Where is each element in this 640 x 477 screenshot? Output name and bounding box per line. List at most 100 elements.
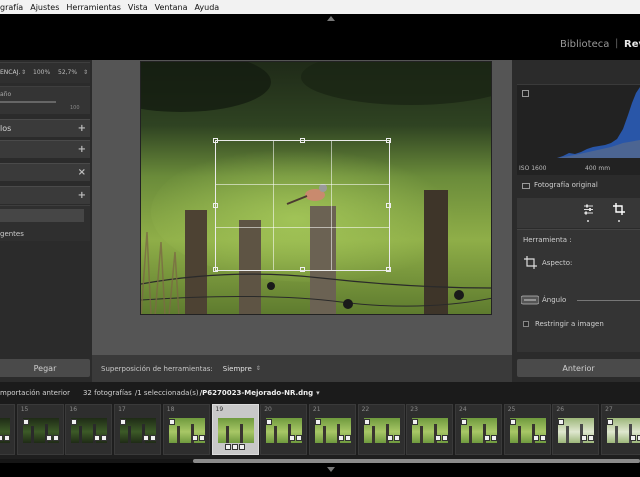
filmstrip-thumbnail[interactable]: 24 [455, 404, 502, 455]
add-collection-icon[interactable]: + [78, 190, 86, 201]
crop-grid-line [216, 184, 389, 185]
size-slider[interactable] [0, 101, 56, 103]
fit-label[interactable]: ENCAJ. [0, 69, 20, 76]
filmstrip-thumbnail[interactable]: 27 [601, 404, 640, 455]
navigator-header: ENCAJ. ⇕ 100% 52,7% ⇕ [0, 62, 90, 83]
constrain-label: Restringir a imagen [535, 320, 604, 328]
crop-handle-bottom-left[interactable] [213, 267, 218, 272]
aspect-label[interactable]: Aspecto: [542, 259, 572, 267]
thumbnail-number: 24 [459, 406, 467, 413]
zoom-100[interactable]: 100% [33, 69, 50, 76]
straighten-icon[interactable] [521, 294, 539, 306]
thumbnail-badges [71, 419, 78, 425]
tool-overlay-select[interactable]: Siempre [223, 365, 252, 373]
collection-filter-field[interactable] [0, 209, 84, 222]
filmstrip-thumbnail[interactable]: 19 [211, 404, 259, 455]
source-label[interactable]: mportación anterior [0, 389, 70, 397]
thumbnail-badges [363, 419, 370, 425]
module-develop[interactable]: Rev [624, 39, 640, 50]
thumbnail-badges [435, 435, 449, 441]
tool-overlay-label: Superposición de herramientas: [101, 364, 213, 373]
menu-photo[interactable]: grafía [0, 3, 23, 12]
collection-item[interactable]: gentes [0, 230, 24, 238]
collapse-bottom-arrow-icon[interactable] [327, 467, 335, 472]
clear-history-icon[interactable]: × [78, 167, 86, 178]
filmstrip-thumbnail[interactable] [0, 404, 15, 455]
add-preset-icon[interactable]: + [78, 123, 86, 134]
crop-handle-bottom[interactable] [300, 267, 305, 272]
tool-strip [517, 198, 640, 228]
filmstrip-thumbnail[interactable]: 17 [114, 404, 162, 455]
collections-panel: gentes [0, 205, 90, 241]
thumbnail-number: 25 [507, 406, 516, 413]
histogram[interactable]: ISO 1600 400 mm [517, 84, 640, 175]
filmstrip-thumbnail[interactable]: 21 [308, 404, 356, 455]
thumbnail-number: 15 [20, 406, 29, 413]
filmstrip-thumbnail[interactable]: 18 [162, 404, 210, 455]
crop-handle-left[interactable] [213, 203, 218, 208]
collections-header[interactable]: + [0, 186, 90, 204]
menu-help[interactable]: Ayuda [194, 3, 219, 12]
filmstrip-thumbnail[interactable]: 23 [406, 404, 454, 455]
crop-handle-bottom-right[interactable] [386, 267, 391, 272]
paste-button[interactable]: Pegar [0, 359, 90, 377]
thumbnail-number: 26 [556, 406, 565, 413]
snapshots-header[interactable]: + [0, 140, 90, 158]
thumbnail-number: 21 [312, 406, 321, 413]
thumbnail-badges [266, 419, 273, 425]
crop-frame-icon[interactable] [524, 256, 537, 269]
menu-tools[interactable]: Herramientas [66, 3, 121, 12]
tool-label: Herramienta : [523, 236, 572, 244]
histogram-graph [557, 87, 640, 158]
crop-handle-right[interactable] [386, 203, 391, 208]
crop-grid-line [273, 141, 274, 270]
filmstrip-thumbnail[interactable]: 16 [65, 404, 113, 455]
zoom-custom[interactable]: 52,7% [58, 69, 77, 76]
filmstrip-thumbnail[interactable]: 15 [16, 404, 64, 455]
thumbnail-number: 22 [361, 406, 370, 413]
iso-readout: ISO 1600 [519, 165, 547, 172]
thumbnail-image [217, 418, 254, 443]
history-header[interactable]: × [0, 163, 90, 181]
thumbnail-badges [630, 435, 640, 441]
thumbnail-number: 16 [69, 406, 78, 413]
thumbnail-badges [314, 419, 321, 425]
thumbnail-badges [532, 435, 546, 441]
thumbnail-number: 19 [215, 406, 224, 413]
original-photo-label[interactable]: Fotografía original [534, 181, 598, 189]
collapse-top-arrow-icon[interactable] [327, 16, 335, 21]
focal-readout: 400 mm [585, 165, 611, 172]
module-library[interactable]: Biblioteca [560, 39, 609, 50]
crop-tool-icon[interactable] [613, 203, 625, 215]
adjustments-dot [587, 220, 589, 222]
filmstrip-thumbnail[interactable]: 25 [503, 404, 551, 455]
crop-overlay[interactable] [213, 138, 391, 272]
fit-dropdown-icon[interactable]: ⇕ [21, 69, 26, 76]
add-snapshot-icon[interactable]: + [78, 144, 86, 155]
toolbar: Superposición de herramientas: Siempre ⇕ [92, 355, 512, 382]
presets-header[interactable]: los + [0, 119, 90, 137]
menu-view[interactable]: Vista [128, 3, 148, 12]
crop-handle-top-left[interactable] [213, 138, 218, 143]
filename: /P6270023-Mejorado-NR.dng [199, 389, 314, 397]
zoom-dropdown-icon[interactable]: ⇕ [83, 69, 88, 76]
angle-slider[interactable] [577, 300, 640, 301]
filmstrip-thumbnail[interactable]: 22 [357, 404, 405, 455]
constrain-checkbox[interactable] [523, 321, 529, 327]
crop-handle-top-right[interactable] [386, 138, 391, 143]
crop-handle-top[interactable] [300, 138, 305, 143]
filename-dropdown-icon[interactable]: ▾ [316, 389, 320, 397]
adjustments-icon[interactable] [583, 204, 594, 215]
previous-button[interactable]: Anterior [517, 359, 640, 377]
menu-settings[interactable]: Ajustes [30, 3, 59, 12]
tool-overlay-dropdown-icon[interactable]: ⇕ [256, 365, 261, 372]
filmstrip-thumbnail[interactable]: 26 [552, 404, 600, 455]
crop-tool-dot [618, 220, 620, 222]
filmstrip-thumbnail[interactable]: 20 [260, 404, 308, 455]
thumbnail-badges [558, 419, 565, 425]
menu-window[interactable]: Ventana [155, 3, 188, 12]
thumbnail-badges [461, 419, 467, 425]
thumbnail-number: 27 [605, 406, 613, 413]
thumbnail-badges [607, 419, 614, 425]
thumbnail-badges [0, 435, 10, 441]
